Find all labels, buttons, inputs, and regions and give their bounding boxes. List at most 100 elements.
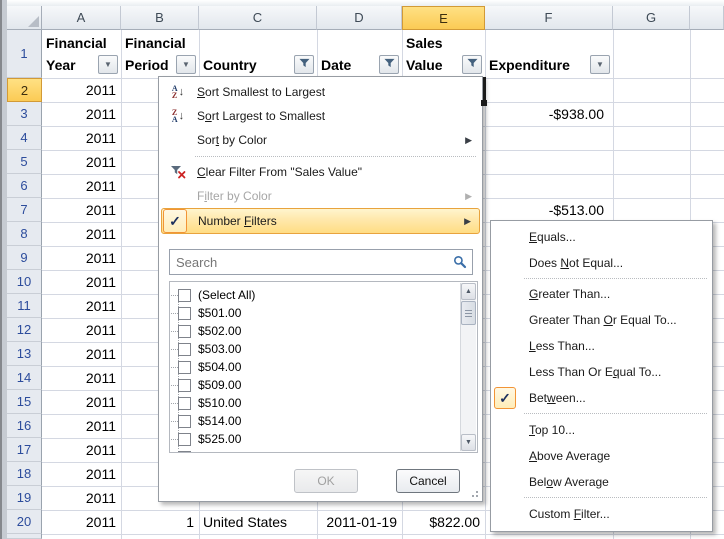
checkbox-unchecked[interactable] xyxy=(178,343,191,356)
row-header-8[interactable]: 8 xyxy=(7,222,42,246)
cell-a15[interactable]: 2011 xyxy=(42,390,121,414)
cancel-button[interactable]: Cancel xyxy=(396,469,460,493)
menu-item-clear-filter[interactable]: Clear Filter From "Sales Value" xyxy=(161,160,480,184)
menu-item-sort-smallest-to-largest[interactable]: AZ↓Sort Smallest to Largest xyxy=(161,80,480,104)
submenu-item-top-10[interactable]: Top 10... xyxy=(493,417,710,443)
list-item-select-all[interactable]: (Select All) xyxy=(171,286,255,304)
checkbox-unchecked[interactable] xyxy=(178,415,191,428)
checkbox-unchecked[interactable] xyxy=(178,379,191,392)
scroll-down-button[interactable]: ▼ xyxy=(461,434,476,451)
cell-a14[interactable]: 2011 xyxy=(42,366,121,390)
row-header-20[interactable]: 20 xyxy=(7,510,42,534)
autofilter-button-country[interactable] xyxy=(294,55,314,74)
row-header-6[interactable]: 6 xyxy=(7,174,42,198)
list-item-value[interactable]: $504.00 xyxy=(171,358,241,376)
list-item-value[interactable]: $509.00 xyxy=(171,376,241,394)
list-item-value[interactable]: $514.00 xyxy=(171,412,241,430)
search-icon[interactable] xyxy=(453,255,472,269)
cell-a7[interactable]: 2011 xyxy=(42,198,121,222)
column-header-partial[interactable] xyxy=(690,6,724,30)
cell-a6[interactable]: 2011 xyxy=(42,174,121,198)
cell-a13[interactable]: 2011 xyxy=(42,342,121,366)
submenu-item-between[interactable]: ✓Between... xyxy=(493,385,710,411)
cell-a5[interactable]: 2011 xyxy=(42,150,121,174)
row-header-2[interactable]: 2 xyxy=(7,78,42,102)
row-header-12[interactable]: 12 xyxy=(7,318,42,342)
row-header-13[interactable]: 13 xyxy=(7,342,42,366)
cell-d20[interactable]: 2011-01-19 xyxy=(317,510,402,534)
cell-e20[interactable]: $822.00 xyxy=(402,510,485,534)
row-header-1[interactable]: 1 xyxy=(7,30,42,78)
column-header-F[interactable]: F xyxy=(485,6,613,30)
autofilter-button-value[interactable] xyxy=(462,55,482,74)
cell-a8[interactable]: 2011 xyxy=(42,222,121,246)
submenu-item-below-average[interactable]: Below Average xyxy=(493,469,710,495)
search-input[interactable] xyxy=(170,255,453,270)
list-item-value[interactable]: $501.00 xyxy=(171,304,241,322)
column-header-B[interactable]: B xyxy=(121,6,199,30)
cell-a18[interactable]: 2011 xyxy=(42,462,121,486)
menu-item-sort-largest-to-smallest[interactable]: ZA↓Sort Largest to Smallest xyxy=(161,104,480,128)
row-header-5[interactable]: 5 xyxy=(7,150,42,174)
cell-f3[interactable]: -$938.00 xyxy=(485,102,609,126)
cell-a9[interactable]: 2011 xyxy=(42,246,121,270)
cell-a16[interactable]: 2011 xyxy=(42,414,121,438)
select-all-corner[interactable] xyxy=(7,6,42,30)
autofilter-button-date[interactable] xyxy=(379,55,399,74)
submenu-item-equals[interactable]: Equals... xyxy=(493,224,710,250)
row-header-17[interactable]: 17 xyxy=(7,438,42,462)
submenu-item-greater-than[interactable]: Greater Than... xyxy=(493,281,710,307)
row-header-15[interactable]: 15 xyxy=(7,390,42,414)
column-header-A[interactable]: A xyxy=(42,6,121,30)
scrollbar-thumb[interactable] xyxy=(461,301,476,325)
submenu-item-custom-filter[interactable]: Custom Filter... xyxy=(493,501,710,527)
cell-a2[interactable]: 2011 xyxy=(42,78,121,102)
cell-a19[interactable]: 2011 xyxy=(42,486,121,510)
row-header-19[interactable]: 19 xyxy=(7,486,42,510)
submenu-item-above-average[interactable]: Above Average xyxy=(493,443,710,469)
cell-a11[interactable]: 2011 xyxy=(42,294,121,318)
list-item-value[interactable]: $503.00 xyxy=(171,340,241,358)
checkbox-unchecked[interactable] xyxy=(178,433,191,446)
row-header-4[interactable]: 4 xyxy=(7,126,42,150)
cell-b20[interactable]: 1 xyxy=(121,510,199,534)
submenu-item-does-not-equal[interactable]: Does Not Equal... xyxy=(493,250,710,276)
scroll-up-button[interactable]: ▲ xyxy=(461,283,476,300)
autofilter-button-period[interactable]: ▼ xyxy=(176,55,196,74)
list-item-value[interactable]: $525.00 xyxy=(171,430,241,448)
fill-handle[interactable] xyxy=(481,100,487,106)
menu-item-sort-by-color[interactable]: Sort by Color▶ xyxy=(161,128,480,152)
checkbox-unchecked[interactable] xyxy=(178,397,191,410)
row-header-7[interactable]: 7 xyxy=(7,198,42,222)
autofilter-button-year[interactable]: ▼ xyxy=(98,55,118,74)
list-scrollbar[interactable]: ▲ ▼ xyxy=(460,283,476,451)
checkbox-unchecked[interactable] xyxy=(178,361,191,374)
list-item-value[interactable]: $510.00 xyxy=(171,394,241,412)
autofilter-button-expenditure[interactable]: ▼ xyxy=(590,55,610,74)
column-header-G[interactable]: G xyxy=(613,6,690,30)
row-header-11[interactable]: 11 xyxy=(7,294,42,318)
checkbox-unchecked[interactable] xyxy=(178,325,191,338)
row-header-3[interactable]: 3 xyxy=(7,102,42,126)
row-header-18[interactable]: 18 xyxy=(7,462,42,486)
cell-a20[interactable]: 2011 xyxy=(42,510,121,534)
cell-a10[interactable]: 2011 xyxy=(42,270,121,294)
checkbox-unchecked[interactable] xyxy=(178,307,191,320)
row-header-16[interactable]: 16 xyxy=(7,414,42,438)
menu-item-number-filters[interactable]: ✓Number Filters▶ xyxy=(161,208,480,234)
cell-f7[interactable]: -$513.00 xyxy=(485,198,609,222)
cell-a12[interactable]: 2011 xyxy=(42,318,121,342)
column-header-D[interactable]: D xyxy=(317,6,402,30)
column-header-C[interactable]: C xyxy=(199,6,317,30)
row-header-9[interactable]: 9 xyxy=(7,246,42,270)
submenu-item-greater-than-or-equal-to[interactable]: Greater Than Or Equal To... xyxy=(493,307,710,333)
submenu-item-less-than[interactable]: Less Than... xyxy=(493,333,710,359)
column-header-E[interactable]: E xyxy=(402,6,485,30)
list-item-value[interactable]: $502.00 xyxy=(171,322,241,340)
row-header-14[interactable]: 14 xyxy=(7,366,42,390)
resize-grip-icon[interactable] xyxy=(471,490,479,498)
submenu-item-less-than-or-equal-to[interactable]: Less Than Or Equal To... xyxy=(493,359,710,385)
cell-a17[interactable]: 2011 xyxy=(42,438,121,462)
row-header-10[interactable]: 10 xyxy=(7,270,42,294)
checkbox-unchecked[interactable] xyxy=(178,289,191,302)
